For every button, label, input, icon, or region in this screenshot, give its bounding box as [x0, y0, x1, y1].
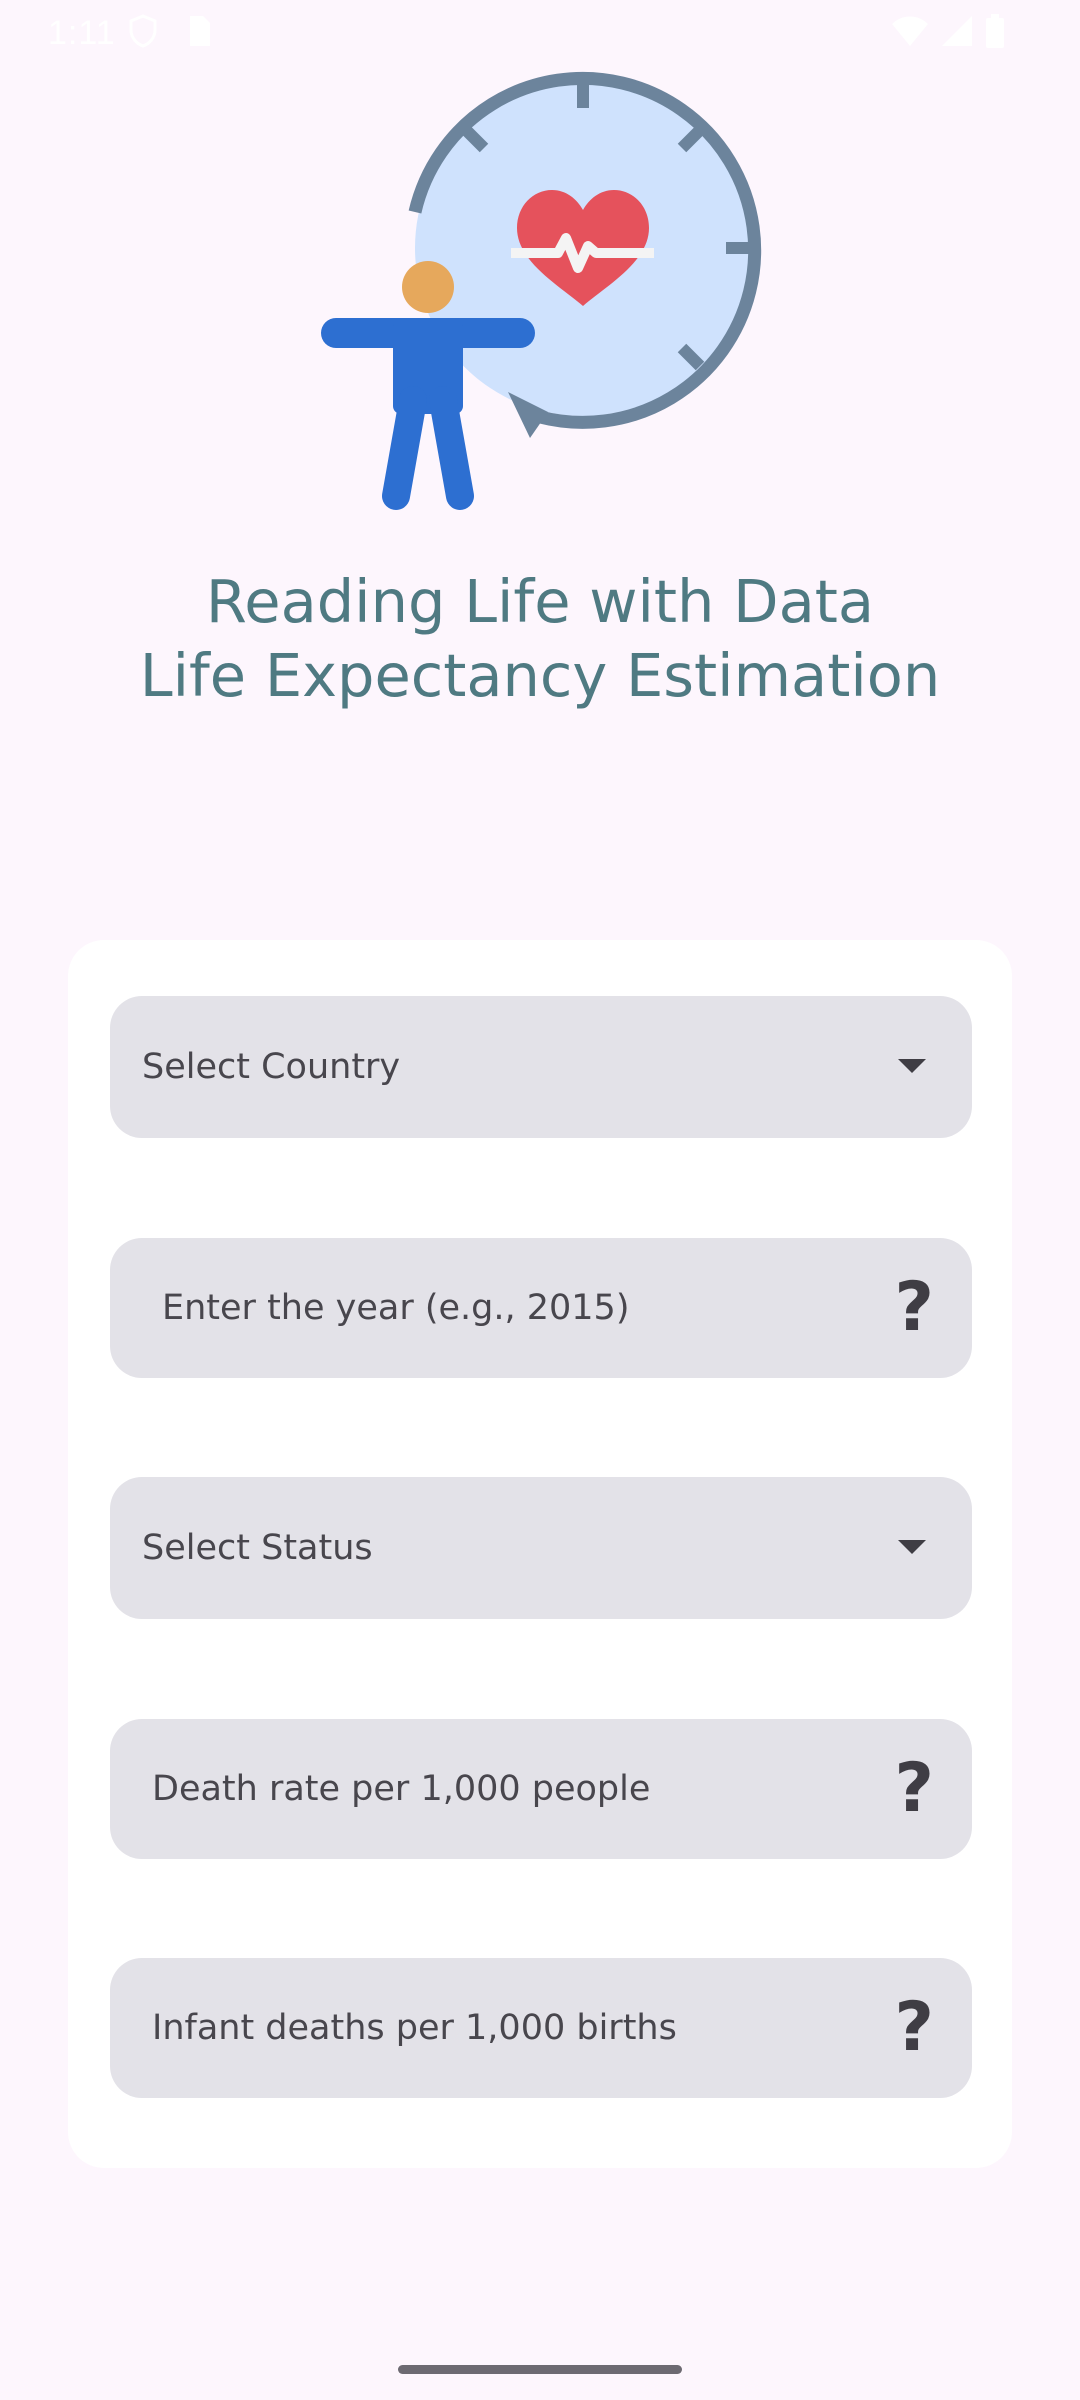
- signal-icon: [942, 16, 972, 46]
- battery-icon: [986, 14, 1004, 48]
- death-rate-input[interactable]: [110, 1719, 972, 1859]
- infant-deaths-input[interactable]: [110, 1958, 972, 2098]
- help-icon[interactable]: ?: [895, 1755, 934, 1823]
- form-card: Select Country Enter the year (e.g., 201…: [68, 940, 1012, 2168]
- country-dropdown[interactable]: Select Country: [110, 996, 972, 1138]
- page-title: Reading Life with Data Life Expectancy E…: [0, 565, 1080, 713]
- year-field[interactable]: Enter the year (e.g., 2015) ?: [110, 1238, 972, 1378]
- status-dropdown[interactable]: Select Status: [110, 1477, 972, 1619]
- infant-deaths-field[interactable]: Infant deaths per 1,000 births ?: [110, 1958, 972, 2098]
- help-icon[interactable]: ?: [895, 1274, 934, 1342]
- status-dropdown-label: Select Status: [142, 1528, 373, 1568]
- help-icon[interactable]: ?: [895, 1994, 934, 2062]
- wifi-icon: [892, 16, 928, 46]
- home-indicator[interactable]: [398, 2365, 682, 2374]
- dropdown-arrow-icon: [898, 1540, 926, 1554]
- status-time: 1:11: [48, 14, 116, 52]
- country-dropdown-label: Select Country: [142, 1047, 401, 1087]
- year-input[interactable]: [110, 1238, 972, 1378]
- hero-illustration: [321, 71, 762, 510]
- sim-card-icon: [190, 16, 210, 46]
- shield-icon: [129, 14, 157, 48]
- title-line-2: Life Expectancy Estimation: [139, 641, 941, 710]
- death-rate-field[interactable]: Death rate per 1,000 people ?: [110, 1719, 972, 1859]
- dropdown-arrow-icon: [898, 1059, 926, 1073]
- title-line-1: Reading Life with Data: [205, 567, 875, 636]
- status-bar: 1:11: [0, 0, 1080, 66]
